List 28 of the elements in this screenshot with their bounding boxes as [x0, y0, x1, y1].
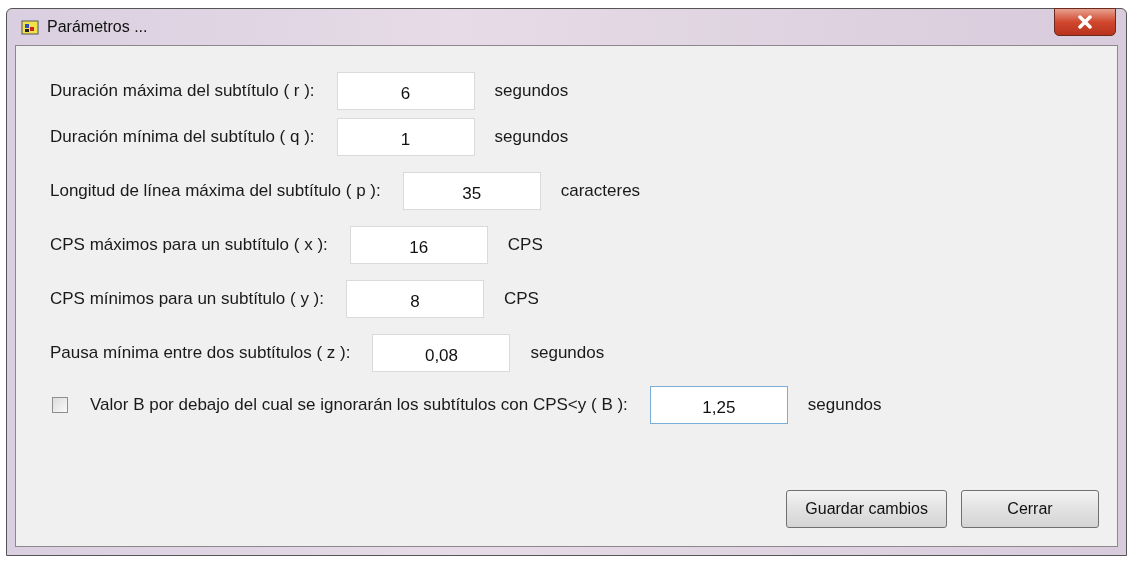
checkbox[interactable] — [52, 397, 68, 413]
save-button[interactable]: Guardar cambios — [786, 490, 947, 528]
close-button[interactable] — [1054, 8, 1116, 36]
field-label: Duración mínima del subtítulo ( q ): — [50, 127, 315, 147]
field-label: CPS mínimos para un subtítulo ( y ): — [50, 289, 324, 309]
close-icon — [1077, 15, 1093, 29]
field-label: Pausa mínima entre dos subtítulos ( z ): — [50, 343, 351, 363]
unit-label: CPS — [507, 235, 543, 255]
field-label: Longitud de línea máxima del subtítulo ( p ): — [50, 181, 381, 201]
field-label: Valor B por debajo del cual se ignorarán los subtítulos con CPS<y ( B ): — [90, 395, 628, 415]
field-label: Duración máxima del subtítulo ( r ): — [50, 81, 315, 101]
input-field[interactable]: 8 — [346, 280, 484, 318]
window-title: Parámetros ... — [47, 18, 148, 36]
unit-label: caracteres — [560, 181, 641, 201]
input-field[interactable]: 0,08 — [372, 334, 511, 372]
input-field[interactable]: 1,25 — [649, 386, 788, 424]
unit-label: segundos — [807, 395, 882, 415]
input-field[interactable]: 1 — [336, 118, 475, 156]
input-field[interactable]: 35 — [402, 172, 541, 210]
unit-label: CPS — [504, 289, 539, 309]
input-field[interactable]: 6 — [336, 72, 475, 110]
unit-label: segundos — [494, 127, 569, 147]
app-icon — [21, 19, 39, 35]
field-label: CPS máximos para un subtítulo ( x ): — [50, 235, 328, 255]
close-dialog-button[interactable]: Cerrar — [961, 490, 1099, 528]
input-field[interactable]: 16 — [349, 226, 488, 264]
unit-label: segundos — [530, 343, 605, 363]
unit-label: segundos — [494, 81, 569, 101]
